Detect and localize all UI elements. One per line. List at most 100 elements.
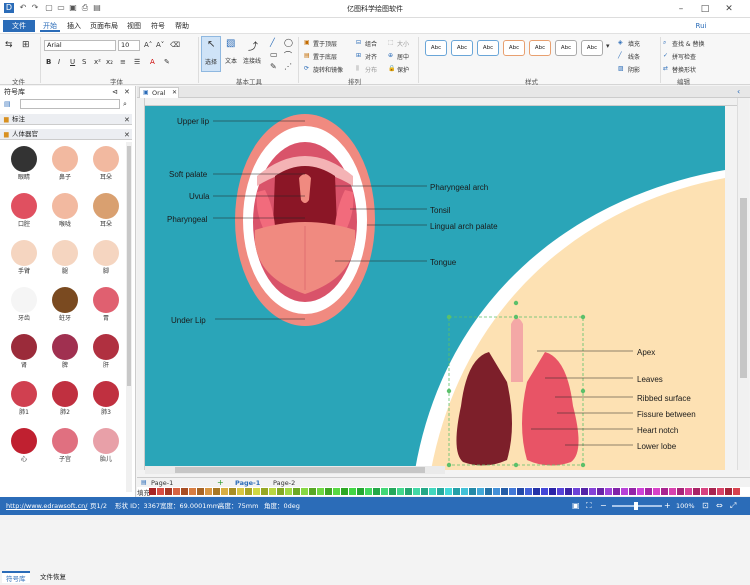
library-item[interactable]: 脚 [86, 238, 126, 278]
selection-handle[interactable] [580, 388, 586, 394]
align-button[interactable]: 对齐 [365, 52, 377, 61]
close-button[interactable]: ✕ [721, 2, 737, 16]
menu-file[interactable]: 文件 [3, 20, 35, 32]
library-menu-icon[interactable]: ▤ [4, 100, 11, 108]
shadow-button[interactable]: 阴影 [628, 65, 640, 74]
color-swatch[interactable] [493, 488, 500, 495]
spellcheck-button[interactable]: 拼写检查 [672, 52, 696, 61]
color-swatch[interactable] [285, 488, 292, 495]
rotation-handle[interactable] [513, 300, 519, 306]
distribute-button[interactable]: 分布 [365, 65, 377, 74]
selection-handle[interactable] [513, 314, 519, 320]
font-name-field[interactable]: Arial [44, 40, 116, 51]
style-preset-4[interactable]: Abc [503, 40, 525, 56]
selection-handle[interactable] [446, 462, 452, 468]
send-back-button[interactable]: 置于底层 [313, 52, 337, 61]
color-swatch[interactable] [165, 488, 172, 495]
protect-button[interactable]: 保护 [397, 65, 409, 74]
replace-shape-button[interactable]: 替换形状 [672, 65, 696, 74]
fill-button[interactable]: 填充 [628, 39, 640, 48]
fit-width-icon[interactable]: ⇔ [716, 497, 723, 515]
color-swatch[interactable] [709, 488, 716, 495]
zoom-out-icon[interactable]: − [600, 497, 607, 515]
print-icon[interactable]: ⎙ [80, 3, 90, 13]
polyline-icon[interactable]: ⋰ [284, 62, 292, 71]
arc-shape-icon[interactable]: ⌒ [284, 50, 292, 61]
mouth-illustration[interactable] [235, 114, 375, 326]
view-normal-icon[interactable]: ▣ [572, 497, 580, 515]
color-swatch[interactable] [613, 488, 620, 495]
color-swatch[interactable] [397, 488, 404, 495]
library-category-callout[interactable]: 标注 [0, 114, 132, 125]
library-item[interactable]: 耳朵 [86, 144, 126, 184]
bring-front-button[interactable]: 置于顶层 [313, 39, 337, 48]
color-swatch[interactable] [437, 488, 444, 495]
menu-tab-symbol[interactable]: 符号 [148, 20, 168, 32]
view-fullscreen-icon[interactable]: ⛶ [586, 497, 592, 515]
horizontal-scrollbar[interactable] [145, 466, 445, 474]
new-icon[interactable]: ▢ [44, 3, 54, 13]
bold-button[interactable]: B [46, 58, 51, 66]
library-item[interactable]: 心 [4, 426, 44, 466]
style-more-icon[interactable]: ▾ [606, 42, 610, 50]
color-swatch[interactable] [445, 488, 452, 495]
menu-tab-view[interactable]: 视图 [124, 20, 144, 32]
color-swatch[interactable] [157, 488, 164, 495]
library-item[interactable]: 肾 [4, 332, 44, 372]
color-swatch[interactable] [421, 488, 428, 495]
color-swatch[interactable] [565, 488, 572, 495]
color-swatch[interactable] [669, 488, 676, 495]
export-icon[interactable]: ▤ [92, 3, 102, 13]
color-swatch[interactable] [525, 488, 532, 495]
color-swatch[interactable] [317, 488, 324, 495]
connector-tool-label[interactable]: 连接线 [243, 56, 261, 65]
connector-tool-icon[interactable]: ⤴ [248, 38, 258, 53]
color-swatch[interactable] [245, 488, 252, 495]
color-swatch[interactable] [413, 488, 420, 495]
color-swatch[interactable] [581, 488, 588, 495]
strikethrough-button[interactable]: S [82, 58, 86, 66]
find-replace-button[interactable]: 查找 & 替换 [672, 39, 705, 48]
color-swatch[interactable] [349, 488, 356, 495]
menu-tab-home[interactable]: 开始 [40, 20, 60, 32]
tab-symbol-library[interactable]: 符号库 [2, 571, 30, 583]
pen-icon[interactable]: ✎ [270, 62, 277, 71]
color-swatch[interactable] [181, 488, 188, 495]
color-swatch[interactable] [341, 488, 348, 495]
redo-icon[interactable]: ↷ [30, 3, 40, 13]
text-tool-label[interactable]: 文本 [225, 56, 237, 65]
color-swatch[interactable] [677, 488, 684, 495]
save-icon[interactable]: ▣ [68, 3, 78, 13]
library-item[interactable]: 腿 [45, 238, 85, 278]
highlight-icon[interactable]: ✎ [164, 58, 170, 66]
color-swatch[interactable] [221, 488, 228, 495]
library-item[interactable]: 胎儿 [86, 426, 126, 466]
color-swatch[interactable] [621, 488, 628, 495]
color-swatch[interactable] [517, 488, 524, 495]
color-swatch[interactable] [557, 488, 564, 495]
color-swatch[interactable] [469, 488, 476, 495]
page-selector[interactable]: Page-1 [151, 479, 173, 487]
selection-handle[interactable] [513, 462, 519, 468]
selection-handle[interactable] [580, 462, 586, 468]
tab-page-1[interactable]: Page-1 [235, 479, 260, 487]
zoom-in-icon[interactable]: + [664, 497, 671, 515]
style-preset-5[interactable]: Abc [529, 40, 551, 56]
fullscreen-icon[interactable]: ⤢ [730, 497, 736, 515]
ribbon-file-icon[interactable]: ⇆ [5, 40, 13, 50]
font-color-icon[interactable]: A [150, 58, 155, 66]
color-swatch[interactable] [301, 488, 308, 495]
group-button[interactable]: 组合 [365, 39, 377, 48]
panel-toggle-icon[interactable]: ‹ [737, 87, 740, 96]
rotate-mirror-button[interactable]: 旋转和镜像 [313, 65, 343, 74]
page-list-icon[interactable]: ▤ [141, 479, 147, 486]
color-swatch[interactable] [277, 488, 284, 495]
menu-tab-insert[interactable]: 插入 [64, 20, 84, 32]
undo-icon[interactable]: ↶ [18, 3, 28, 13]
color-swatch[interactable] [693, 488, 700, 495]
add-page-button[interactable]: + [217, 478, 224, 487]
panel-close-icon[interactable]: ✕ [124, 88, 130, 96]
color-swatch[interactable] [381, 488, 388, 495]
library-item[interactable]: 胃 [86, 285, 126, 325]
library-item[interactable]: 喉咙 [45, 191, 85, 231]
